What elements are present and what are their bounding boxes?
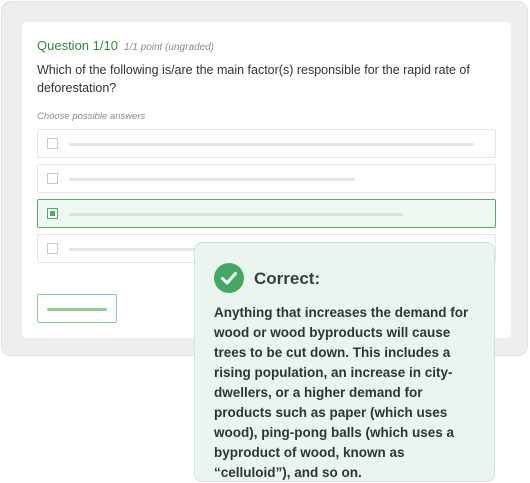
answer-option-2[interactable] xyxy=(37,164,496,193)
answer-checkbox[interactable] xyxy=(47,173,58,184)
answer-checkbox[interactable] xyxy=(47,138,58,149)
question-header: Question 1/10 1/1 point (ungraded) xyxy=(37,37,214,55)
submit-button[interactable] xyxy=(37,294,117,323)
answer-text-placeholder xyxy=(69,178,355,181)
answer-checkbox-checked[interactable] xyxy=(47,208,58,219)
question-points: 1/1 point (ungraded) xyxy=(123,42,215,53)
answer-text-placeholder xyxy=(69,248,209,251)
answer-option-3[interactable] xyxy=(37,199,496,228)
submit-label-placeholder xyxy=(47,308,107,311)
answer-text-placeholder xyxy=(69,143,474,146)
answer-text-placeholder xyxy=(69,213,403,216)
question-number: Question 1/10 xyxy=(37,38,118,53)
choose-answers-label: Choose possible answers xyxy=(37,111,146,122)
feedback-panel: Correct: Anything that increases the dem… xyxy=(194,242,495,482)
feedback-title: Correct: xyxy=(254,269,321,288)
answer-checkbox[interactable] xyxy=(47,243,58,254)
question-text: Which of the following is/are the main f… xyxy=(37,63,470,95)
check-circle-icon xyxy=(214,263,244,293)
feedback-text: Anything that increases the demand for w… xyxy=(214,305,469,480)
answer-option-1[interactable] xyxy=(37,129,496,158)
